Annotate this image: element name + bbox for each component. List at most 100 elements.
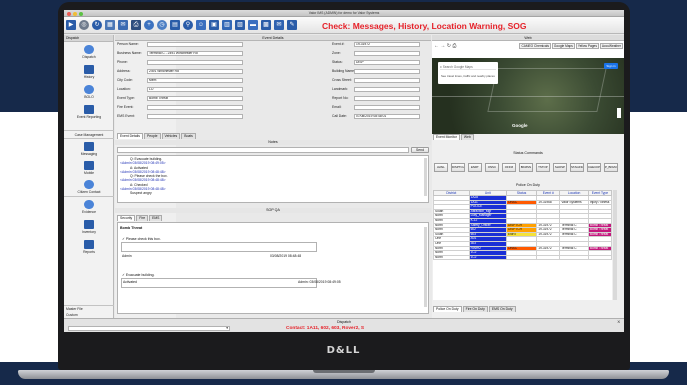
field-value[interactable]: Mem <box>147 78 243 83</box>
tab-security[interactable]: Security <box>117 215 136 221</box>
field-value[interactable]: 19-31972 <box>354 42 420 47</box>
grid-icon[interactable]: ▦ <box>105 20 115 30</box>
message-icon[interactable]: ✎ <box>287 20 297 30</box>
sop-question-1: ✓ Please check this box. <box>122 237 161 241</box>
send-button[interactable]: Send <box>411 147 429 153</box>
status-button-offm[interactable]: OFFM <box>502 163 516 172</box>
field-value[interactable]: Terminal C - 2491 Winchester Rd <box>147 51 243 56</box>
tab-ems-on-duty[interactable]: EMS On Duty <box>488 306 516 312</box>
sidebar-item-case-management[interactable]: Case Management <box>64 132 114 137</box>
sop-admin-1: Admin <box>122 254 132 258</box>
image-icon[interactable]: ▣ <box>209 20 219 30</box>
field-value[interactable] <box>354 87 420 92</box>
clock-icon[interactable]: ◷ <box>157 20 167 30</box>
field-value[interactable]: 2491 Winchester Rd <box>147 69 243 74</box>
field-value[interactable] <box>354 51 420 56</box>
field-value[interactable]: 07/08/2019 08:48:01 <box>354 114 420 119</box>
field-value[interactable] <box>147 105 243 110</box>
field-value[interactable] <box>354 105 420 110</box>
sop-answer-2[interactable]: Activated <box>121 278 317 288</box>
sidebar-item-citizen-contact[interactable]: Citizen Contact <box>64 180 114 194</box>
status-button-disptch[interactable]: DISPTCH <box>451 163 465 172</box>
tab-event-details[interactable]: Event Details <box>117 133 143 139</box>
back-icon[interactable]: ← <box>434 43 439 49</box>
status-button-shosp[interactable]: SHOSP <box>553 163 567 172</box>
table-row[interactable]: North 1C2 <box>433 254 613 261</box>
note-input[interactable] <box>117 147 409 153</box>
status-button-checkpoint[interactable]: CHECKPOINT <box>587 163 601 172</box>
field-row: Building Name: <box>332 69 420 74</box>
sidebar-item-mobile[interactable]: Mobile <box>64 161 114 175</box>
field-value[interactable] <box>354 69 420 74</box>
column-header[interactable]: Event Type <box>587 190 613 196</box>
tab-police-on-duty[interactable]: Police On Duty <box>433 306 462 312</box>
status-button-onsc[interactable]: ONSC <box>485 163 499 172</box>
sidebar-item-bolo[interactable]: BOLO <box>64 85 114 99</box>
sidebar-item-event-reporting[interactable]: Event Reporting <box>64 105 114 119</box>
sidebar-item-inventory[interactable]: Inventory <box>64 220 114 234</box>
tab-people[interactable]: People <box>143 133 161 139</box>
police-table-scrollbar[interactable] <box>613 190 617 300</box>
tab-boats[interactable]: Boats <box>181 133 196 139</box>
sidebar-item-reports[interactable]: Reports <box>64 240 114 254</box>
field-value[interactable] <box>147 42 243 47</box>
map-icon[interactable]: ▤ <box>170 20 180 30</box>
sign-in-button[interactable]: Sign in <box>604 63 618 69</box>
sop-header: SOP QA <box>115 208 431 213</box>
status-button-tstop[interactable]: TSTOP <box>536 163 550 172</box>
globe-icon[interactable]: ◎ <box>79 20 89 30</box>
sidebar-item-custom[interactable]: Custom <box>64 312 114 317</box>
mail-icon[interactable]: ✉ <box>274 20 284 30</box>
dispatch-icon[interactable]: ▶ <box>66 20 76 30</box>
status-button-enrt[interactable]: ENRT <box>468 163 482 172</box>
status-button-bkmsn[interactable]: BKMSN <box>519 163 533 172</box>
truck-icon[interactable]: ▬ <box>248 20 258 30</box>
zoom-control[interactable] <box>617 108 621 118</box>
tab-ems[interactable]: EMS <box>149 215 163 221</box>
refresh-icon[interactable]: ↻ <box>447 43 451 49</box>
sidebar-item-master-file[interactable]: Master File <box>64 306 114 311</box>
tab-fire-on-duty[interactable]: Fire On Duty <box>462 306 488 312</box>
sop-scrollbar[interactable] <box>424 227 427 307</box>
dispatch-select[interactable]: ▾ <box>68 326 230 331</box>
sidebar-item-messaging[interactable]: Messaging <box>64 142 114 156</box>
close-icon[interactable]: X <box>617 319 620 324</box>
mail-icon[interactable]: ✉ <box>118 20 128 30</box>
person-icon[interactable]: ☺ <box>196 20 206 30</box>
contact-icon[interactable]: ▧ <box>235 20 245 30</box>
field-value[interactable] <box>147 114 243 119</box>
field-value[interactable]: LO <box>147 87 243 92</box>
tab-event-monitor[interactable]: Event Monitor <box>433 134 460 140</box>
tab-web[interactable]: Web <box>460 134 474 140</box>
field-value[interactable] <box>354 96 420 101</box>
sidebar-item-evidence[interactable]: Evidence <box>64 200 114 214</box>
print-icon[interactable]: ⎙ <box>452 43 456 49</box>
status-button-p-bkmu[interactable]: P_BKMU <box>604 163 618 172</box>
refresh-icon[interactable]: ↻ <box>92 20 102 30</box>
print-icon[interactable]: ⎙ <box>131 20 141 30</box>
status-button-staging[interactable]: STAGING <box>570 163 584 172</box>
web-link[interactable]: CAMEO Chemicals <box>519 43 551 49</box>
tab-vehicles[interactable]: Vehicles <box>161 133 181 139</box>
map-view[interactable]: ≡ Search Google Maps See travel times, t… <box>432 58 624 134</box>
tab-fire[interactable]: Fire <box>136 215 149 221</box>
sidebar-item-history[interactable]: History <box>64 65 114 79</box>
map-search-input[interactable]: ≡ Search Google Maps <box>440 64 496 70</box>
sop-answer-1[interactable] <box>121 242 317 252</box>
field-value[interactable] <box>147 60 243 65</box>
web-link[interactable]: AccuWeather <box>599 43 623 49</box>
building-icon[interactable]: ▩ <box>261 20 271 30</box>
field-value[interactable]: Bomb Threat <box>147 96 243 101</box>
sidebar-item-dispatch[interactable]: Dispatch <box>64 45 114 59</box>
plus-icon[interactable]: + <box>144 20 154 30</box>
field-value[interactable]: DISP <box>354 60 420 65</box>
forward-icon[interactable]: → <box>440 43 445 49</box>
calendar-icon[interactable]: ▥ <box>222 20 232 30</box>
web-link[interactable]: Yellow Pages <box>575 43 599 49</box>
pin-icon[interactable]: ⚲ <box>183 20 193 30</box>
web-link[interactable]: Google Maps <box>551 43 575 49</box>
notes-scrollbar[interactable] <box>424 158 427 196</box>
monitor-tabs: Event Monitor Web <box>433 134 475 140</box>
status-button-avail[interactable]: AVAIL <box>434 163 448 172</box>
field-value[interactable] <box>354 78 420 83</box>
